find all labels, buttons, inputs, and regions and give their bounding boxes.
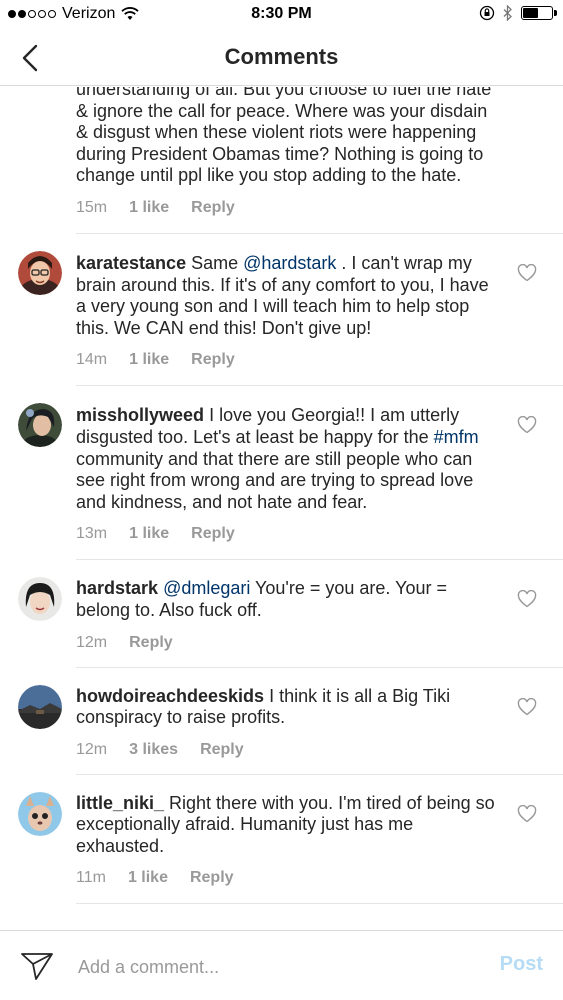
comment-meta: 12m 3 likes Reply [76,741,503,759]
bluetooth-icon [503,5,512,21]
comment-time: 13m [76,525,108,543]
comment-text: karatestance Same @hardstark . I can't w… [76,253,503,339]
comment-mention[interactable]: @dmlegari [163,578,250,598]
comment-time: 15m [76,198,108,216]
heart-icon[interactable] [517,416,537,434]
heart-icon[interactable] [517,697,537,716]
post-button[interactable]: Post [500,953,543,976]
reply-button[interactable]: Reply [129,634,173,652]
avatar[interactable] [18,250,62,295]
like-count[interactable]: 1 like [129,199,169,217]
reply-button[interactable]: Reply [191,351,235,369]
avatar[interactable] [18,403,62,448]
comment-text: understanding of all. But you choose to … [76,87,503,187]
like-count[interactable]: 1 like [129,525,169,543]
avatar[interactable] [18,577,62,622]
battery-level [523,8,538,18]
reply-button[interactable]: Reply [200,741,244,759]
comment-text: hardstark @dmlegari You're = you are. Yo… [76,578,503,621]
reply-button[interactable]: Reply [191,199,235,217]
heart-icon[interactable] [517,590,537,608]
comment-body: community and that there are still peopl… [76,448,474,512]
reply-button[interactable]: Reply [190,869,234,887]
comment-time: 14m [76,351,108,369]
comment-text: howdoireachdeeskids I think it is all a … [76,686,503,729]
like-count[interactable]: 1 like [128,869,168,887]
comment-text: misshollyweed I love you Georgia!! I am … [76,405,503,513]
comment-time: 12m [76,633,108,651]
comment-mention[interactable]: @hardstark [243,253,336,273]
like-count[interactable]: 3 likes [129,741,178,759]
comment-username[interactable]: hardstark [76,578,158,598]
comment-body: Same [186,252,244,273]
comment-item: understanding of all. But you choose to … [76,87,563,234]
comment-meta: 14m 1 like Reply [76,351,503,369]
comment-item: misshollyweed I love you Georgia!! I am … [18,386,563,561]
status-bar: Verizon 8:30 PM [0,0,563,30]
like-count[interactable]: 1 like [129,351,169,369]
comment-item: howdoireachdeeskids I think it is all a … [18,668,563,775]
orientation-lock-icon [479,5,495,21]
comment-username[interactable]: karatestance [76,253,186,273]
comment-compose-bar: Post [0,930,563,1000]
comment-username[interactable]: little_niki_ [76,793,164,813]
comment-item: karatestance Same @hardstark . I can't w… [18,234,563,387]
comment-item: little_niki_ Right there with you. I'm t… [18,775,563,905]
heart-icon[interactable] [517,804,537,823]
comment-body: understanding of all. But you choose to … [76,87,492,186]
battery-icon [521,6,557,20]
comment-meta: 12m Reply [76,634,503,652]
comment-mention[interactable]: #mfm [434,427,479,447]
comment-time: 12m [76,740,108,758]
comment-text: little_niki_ Right there with you. I'm t… [76,793,503,858]
comment-meta: 11m 1 like Reply [76,869,503,887]
avatar[interactable] [18,791,62,836]
comment-input[interactable] [78,953,468,981]
comment-username[interactable]: misshollyweed [76,405,204,425]
comments-list[interactable]: understanding of all. But you choose to … [0,87,563,929]
avatar[interactable] [18,684,62,729]
status-right [479,5,557,21]
comments-header: Comments [0,30,563,86]
comment-item: hardstark @dmlegari You're = you are. Yo… [18,560,563,668]
direct-send-icon[interactable] [20,951,54,981]
reply-button[interactable]: Reply [191,525,235,543]
comment-meta: 13m 1 like Reply [76,525,503,543]
heart-icon[interactable] [517,263,537,282]
comment-username[interactable]: howdoireachdeeskids [76,686,264,706]
page-title: Comments [224,44,339,69]
comment-time: 11m [76,869,106,887]
comment-meta: 15m 1 like Reply [76,199,503,217]
